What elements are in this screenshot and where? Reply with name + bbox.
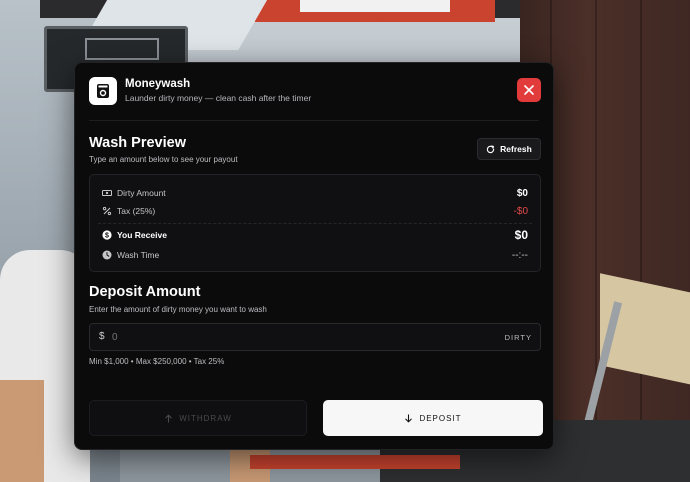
- background-sign-text: [300, 0, 450, 12]
- deposit-amount-subtitle: Enter the amount of dirty money you want…: [89, 305, 267, 314]
- app-subtitle: Launder dirty money — clean cash after t…: [125, 93, 312, 103]
- withdraw-label: WITHDRAW: [179, 413, 232, 423]
- preview-row-wash-time: Wash Time --:--: [102, 248, 528, 262]
- refresh-icon: [486, 144, 495, 153]
- svg-text:$: $: [105, 233, 109, 240]
- washing-machine-icon: [89, 77, 117, 105]
- preview-row-dirty-amount: Dirty Amount $0: [102, 186, 528, 200]
- clock-icon: [102, 250, 112, 260]
- percent-icon: [102, 206, 112, 216]
- deposit-amount-title: Deposit Amount: [89, 284, 201, 300]
- close-icon: [524, 85, 534, 95]
- background-machine-slot: [85, 38, 159, 60]
- refresh-label: Refresh: [500, 144, 532, 154]
- preview-value: --:--: [511, 249, 528, 261]
- background-door-line: [640, 0, 642, 482]
- background-stripe: [250, 455, 460, 469]
- dollar-circle-icon: $: [102, 230, 112, 240]
- header-divider: [89, 120, 539, 121]
- dirty-tag: DIRTY: [504, 333, 532, 342]
- background-character-arm: [0, 380, 44, 482]
- deposit-button[interactable]: DEPOSIT: [323, 400, 543, 436]
- wash-preview-subtitle: Type an amount below to see your payout: [89, 155, 238, 164]
- wash-preview-title: Wash Preview: [89, 135, 186, 151]
- deposit-amount-input[interactable]: [112, 329, 472, 345]
- arrow-down-icon: [405, 413, 413, 422]
- modal-header: Moneywash Launder dirty money — clean ca…: [89, 77, 541, 113]
- wash-preview-box: Dirty Amount $0 Tax (25%) -$0 $ You Rece…: [89, 174, 541, 272]
- withdraw-button[interactable]: WITHDRAW: [89, 400, 307, 436]
- arrow-up-icon: [165, 414, 172, 423]
- moneywash-modal: Moneywash Launder dirty money — clean ca…: [74, 62, 554, 450]
- close-button[interactable]: [517, 78, 541, 102]
- currency-symbol: $: [99, 331, 105, 342]
- preview-label: Wash Time: [117, 250, 160, 260]
- preview-label: Dirty Amount: [117, 188, 166, 198]
- deposit-label: DEPOSIT: [419, 413, 462, 423]
- refresh-button[interactable]: Refresh: [477, 138, 541, 160]
- preview-row-tax: Tax (25%) -$0: [102, 204, 528, 218]
- deposit-limits: Min $1,000 • Max $250,000 • Tax 25%: [89, 357, 225, 366]
- preview-separator: [98, 223, 532, 224]
- deposit-amount-field[interactable]: $ DIRTY: [89, 323, 541, 351]
- preview-label: Tax (25%): [117, 206, 156, 216]
- preview-value: -$0: [513, 205, 528, 217]
- preview-row-you-receive: $ You Receive $0: [102, 228, 528, 242]
- preview-label: You Receive: [117, 230, 167, 240]
- app-title: Moneywash: [125, 78, 191, 90]
- preview-value: $0: [514, 228, 528, 242]
- cash-icon: [102, 188, 112, 198]
- preview-value: $0: [516, 187, 528, 199]
